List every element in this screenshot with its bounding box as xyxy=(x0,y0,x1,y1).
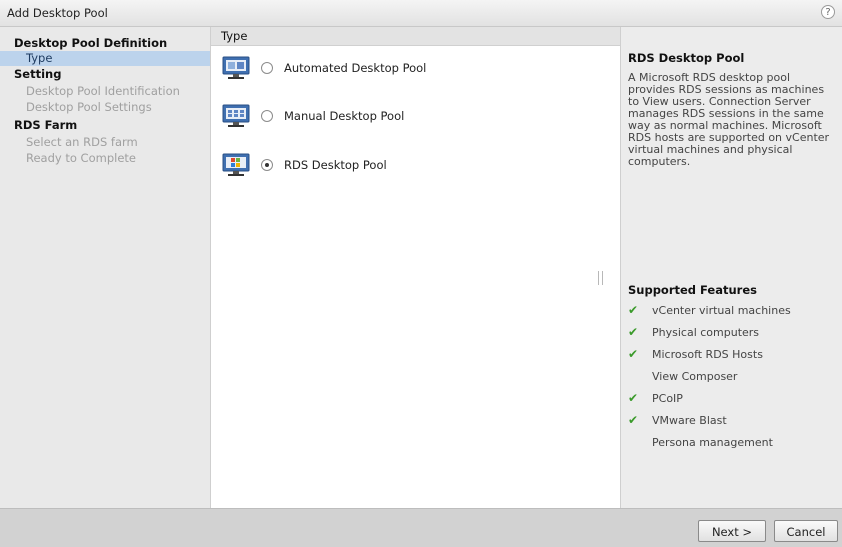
label-automated-desktop-pool[interactable]: Automated Desktop Pool xyxy=(284,61,426,75)
radio-automated-desktop-pool[interactable] xyxy=(261,62,273,74)
checkmark-icon: ✔ xyxy=(628,391,639,405)
nav-item-ready-to-complete[interactable]: Ready to Complete xyxy=(0,151,210,166)
feature-item: View Composer xyxy=(621,369,842,385)
radio-manual-desktop-pool[interactable] xyxy=(261,110,273,122)
feature-label: vCenter virtual machines xyxy=(652,304,791,317)
nav-item-desktop-pool-identification[interactable]: Desktop Pool Identification xyxy=(0,84,210,99)
automated-pool-icon xyxy=(222,56,250,79)
feature-item: ✔ vCenter virtual machines xyxy=(621,303,842,319)
help-icon[interactable]: ? xyxy=(821,5,835,19)
cancel-button[interactable]: Cancel xyxy=(774,520,838,542)
rds-pool-icon xyxy=(222,153,250,176)
supported-features-title: Supported Features xyxy=(628,283,757,297)
window-title: Add Desktop Pool xyxy=(7,6,108,20)
feature-label: Persona management xyxy=(652,436,773,449)
label-rds-desktop-pool[interactable]: RDS Desktop Pool xyxy=(284,158,387,172)
label-manual-desktop-pool[interactable]: Manual Desktop Pool xyxy=(284,109,404,123)
feature-label: PCoIP xyxy=(652,392,683,405)
nav-item-rds-farm[interactable]: RDS Farm xyxy=(14,118,204,133)
nav-item-type[interactable]: Type xyxy=(0,51,210,66)
radio-rds-desktop-pool[interactable] xyxy=(261,159,273,171)
checkmark-icon: ✔ xyxy=(628,303,639,317)
checkmark-icon: ✔ xyxy=(628,347,639,361)
wizard-footer: Next > Cancel xyxy=(0,508,842,547)
panel-resize-grip[interactable] xyxy=(598,271,603,285)
checkmark-icon: ✔ xyxy=(628,325,639,339)
description-body: A Microsoft RDS desktop pool provides RD… xyxy=(628,71,830,168)
feature-label: Microsoft RDS Hosts xyxy=(652,348,763,361)
nav-item-select-rds-farm[interactable]: Select an RDS farm xyxy=(0,135,210,150)
next-button[interactable]: Next > xyxy=(698,520,766,542)
type-section-title: Type xyxy=(221,29,248,43)
wizard-navigation: Desktop Pool Definition Type Setting Des… xyxy=(0,27,211,508)
nav-item-setting[interactable]: Setting xyxy=(14,67,204,82)
feature-label: View Composer xyxy=(652,370,738,383)
feature-label: Physical computers xyxy=(652,326,760,339)
feature-item: ✔ VMware Blast xyxy=(621,413,842,429)
nav-item-desktop-pool-settings[interactable]: Desktop Pool Settings xyxy=(0,100,210,115)
feature-item: Persona management xyxy=(621,435,842,451)
description-title: RDS Desktop Pool xyxy=(628,51,745,65)
description-panel: RDS Desktop Pool A Microsoft RDS desktop… xyxy=(621,27,842,508)
type-section-header: Type xyxy=(211,27,621,46)
checkmark-icon: ✔ xyxy=(628,413,639,427)
feature-item: ✔ PCoIP xyxy=(621,391,842,407)
feature-label: VMware Blast xyxy=(652,414,727,427)
feature-item: ✔ Microsoft RDS Hosts xyxy=(621,347,842,363)
nav-item-desktop-pool-definition[interactable]: Desktop Pool Definition xyxy=(14,36,204,51)
window-titlebar: Add Desktop Pool ? xyxy=(0,0,842,27)
manual-pool-icon xyxy=(222,104,250,127)
feature-item: ✔ Physical computers xyxy=(621,325,842,341)
